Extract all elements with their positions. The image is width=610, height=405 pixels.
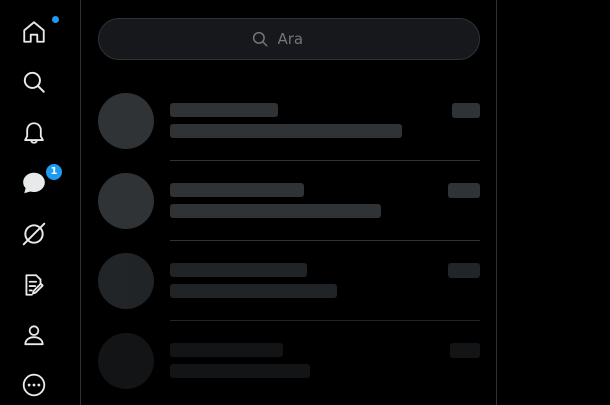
search-icon (252, 31, 267, 47)
slash-circle-icon (22, 222, 46, 246)
nav-more[interactable] (21, 365, 71, 405)
preview-placeholder (170, 284, 337, 298)
list-item (98, 333, 480, 405)
search-icon (23, 71, 45, 93)
nav-grok[interactable] (21, 214, 71, 254)
conversation-pane (497, 0, 610, 405)
bell-icon (24, 122, 44, 144)
divider (170, 160, 480, 161)
divider (170, 320, 480, 321)
note-pen-icon (25, 274, 44, 296)
list-item (98, 253, 480, 333)
nav-profile[interactable] (21, 315, 71, 355)
preview-placeholder (170, 364, 310, 378)
chat-bubble-icon (23, 172, 45, 194)
list-item (98, 93, 480, 173)
time-placeholder (450, 343, 480, 358)
time-placeholder (448, 263, 480, 278)
sidebar-nav: 1 (0, 0, 81, 405)
messages-count-badge: 1 (46, 164, 62, 180)
avatar-placeholder (98, 173, 154, 229)
name-placeholder (170, 183, 304, 197)
nav-write[interactable] (21, 265, 71, 305)
more-circle-icon (22, 373, 46, 397)
nav-home[interactable] (21, 12, 71, 52)
time-placeholder (448, 183, 480, 198)
nav-notifications[interactable] (21, 113, 71, 153)
nav-messages[interactable]: 1 (21, 163, 71, 203)
name-placeholder (170, 263, 307, 277)
name-placeholder (170, 343, 283, 357)
messages-column (81, 0, 497, 405)
preview-placeholder (170, 124, 402, 138)
preview-placeholder (170, 204, 381, 218)
list-item (98, 173, 480, 253)
search-box[interactable] (98, 18, 480, 60)
time-placeholder (452, 103, 480, 118)
person-icon (24, 325, 44, 346)
name-placeholder (170, 103, 278, 117)
avatar-placeholder (98, 333, 154, 389)
avatar-placeholder (98, 253, 154, 309)
home-icon (23, 21, 45, 43)
divider (170, 240, 480, 241)
app-window: 1 (0, 0, 610, 405)
avatar-placeholder (98, 93, 154, 149)
nav-explore[interactable] (21, 62, 71, 102)
notification-dot (52, 16, 59, 23)
search-input[interactable] (277, 30, 328, 48)
